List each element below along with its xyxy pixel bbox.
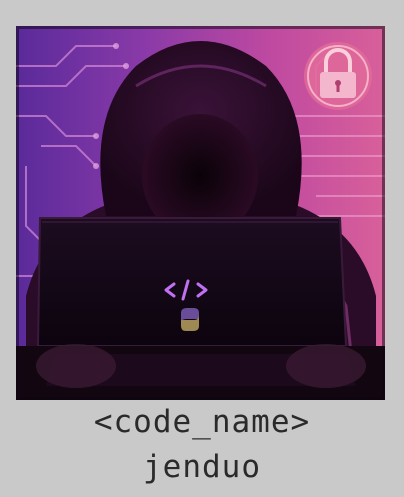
polaroid-card: <code_name> jenduo [0,0,404,497]
padlock-icon [304,42,372,110]
hacker-illustration [16,26,385,400]
hacker-photo [16,26,385,400]
code-name-value: jenduo [143,449,261,485]
code-name-label: <code_name> [93,404,311,440]
